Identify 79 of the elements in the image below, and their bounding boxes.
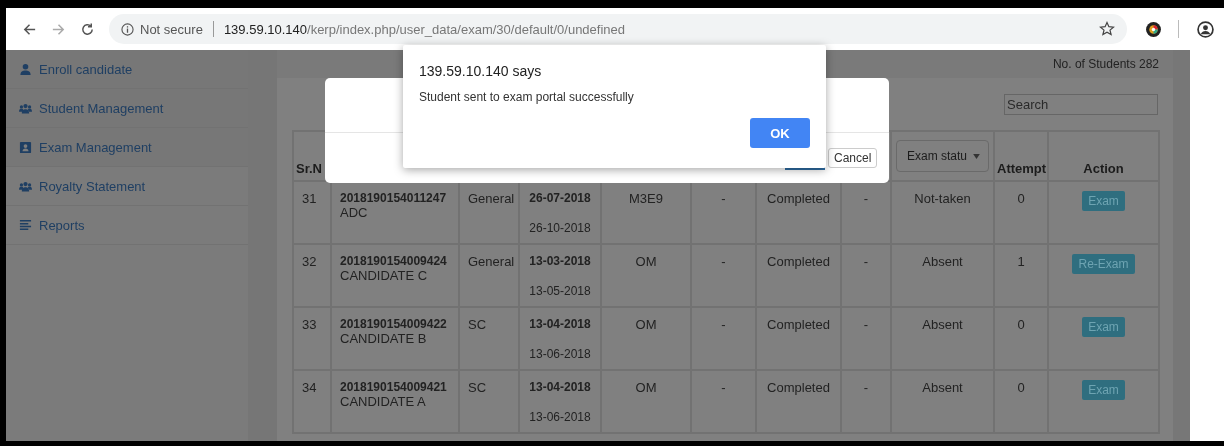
student-id: 2018190154011247	[340, 191, 448, 205]
table-cell: 0	[1017, 191, 1025, 206]
table-cell: 33	[302, 317, 317, 332]
table-cell: General	[468, 191, 515, 206]
end-date: 13-06-2018	[528, 347, 592, 361]
table-cell: OM	[635, 380, 657, 395]
table-cell: -	[721, 191, 726, 206]
table-cell: SC	[468, 317, 487, 332]
ok-button[interactable]: OK	[750, 118, 810, 148]
alert-title: 139.59.10.140 says	[419, 63, 543, 79]
caret-icon	[973, 153, 980, 159]
table-cell: -	[721, 380, 726, 395]
column-header: Sr.N	[296, 161, 322, 176]
profile-icon[interactable]	[1197, 20, 1214, 38]
start-date: 13-04-2018	[528, 380, 592, 394]
address-bar[interactable]: Not secure 139.59.10.140/kerp/index.php/user_data/exam/30/default/0/undefined	[109, 14, 1127, 44]
start-date: 26-07-2018	[528, 191, 592, 205]
reload-icon[interactable]	[80, 21, 95, 37]
start-date: 13-03-2018	[528, 254, 592, 268]
table-cell: Completed	[767, 254, 830, 269]
column-header: Action	[1083, 161, 1124, 176]
end-date: 13-06-2018	[528, 410, 592, 424]
table-cell: Completed	[767, 317, 830, 332]
status-filter-dropdown[interactable]: Exam statu	[896, 140, 989, 172]
users-icon	[19, 101, 32, 115]
exam-button[interactable]: Exam	[1082, 191, 1125, 211]
student-name: CANDIDATE A	[340, 394, 427, 409]
list-icon	[19, 218, 32, 232]
student-name: ADC	[340, 205, 369, 220]
search-field[interactable]: Search	[1004, 93, 1158, 115]
cancel-button[interactable]: Cancel	[828, 148, 878, 168]
table-cell: OM	[635, 317, 657, 332]
student-count: No. of Students 282	[1052, 57, 1159, 71]
column-header: Attempt	[997, 161, 1047, 176]
table-cell: Absent	[922, 254, 963, 269]
sidebar-item[interactable]: Student Management	[6, 89, 248, 128]
table-cell: SC	[468, 380, 487, 395]
table-cell: 1	[1017, 254, 1025, 269]
user-icon	[19, 62, 32, 76]
table-cell: 0	[1017, 380, 1025, 395]
extension-icon[interactable]	[1145, 20, 1162, 38]
alert-message: Student sent to exam portal successfully	[419, 90, 635, 104]
table-cell: -	[863, 191, 869, 206]
student-id: 2018190154009422	[340, 317, 448, 331]
users-icon	[19, 179, 32, 193]
exam-button[interactable]: Exam	[1082, 380, 1125, 400]
star-icon[interactable]	[1099, 21, 1115, 37]
info-icon[interactable]	[121, 22, 134, 36]
sidebar-item[interactable]: Enroll candidate	[6, 50, 248, 89]
table-cell: Absent	[922, 317, 963, 332]
table-cell: 0	[1017, 317, 1025, 332]
student-name: CANDIDATE B	[340, 331, 428, 346]
exam-button[interactable]: Re-Exam	[1072, 254, 1135, 274]
student-name: CANDIDATE C	[340, 268, 429, 283]
table-cell: Not-taken	[914, 191, 971, 206]
sidebar-item[interactable]: Exam Management	[6, 128, 248, 167]
end-date: 13-05-2018	[528, 284, 592, 298]
exam-button[interactable]: Exam	[1082, 317, 1125, 337]
table-cell: OM	[635, 254, 657, 269]
table-cell: -	[863, 254, 869, 269]
contact-book-icon	[19, 140, 32, 154]
start-date: 13-04-2018	[528, 317, 592, 331]
table-cell: 32	[302, 254, 317, 269]
table-cell: 31	[302, 191, 317, 206]
student-id: 2018190154009421	[340, 380, 448, 394]
table-cell: 34	[302, 380, 317, 395]
table-cell: Absent	[922, 380, 963, 395]
table-cell: Completed	[767, 191, 830, 206]
url-text: 139.59.10.140/kerp/index.php/user_data/exam/30/default/0/undefined	[223, 21, 627, 37]
security-label: Not secure	[140, 21, 203, 37]
table-cell: -	[863, 380, 869, 395]
student-id: 2018190154009424	[340, 254, 448, 268]
table-cell: General	[468, 254, 515, 269]
table-cell: -	[721, 317, 726, 332]
table-cell: -	[863, 317, 869, 332]
table-cell: M3E9	[629, 191, 663, 206]
table-cell: -	[721, 254, 726, 269]
table-cell: Completed	[767, 380, 830, 395]
end-date: 26-10-2018	[528, 221, 592, 235]
